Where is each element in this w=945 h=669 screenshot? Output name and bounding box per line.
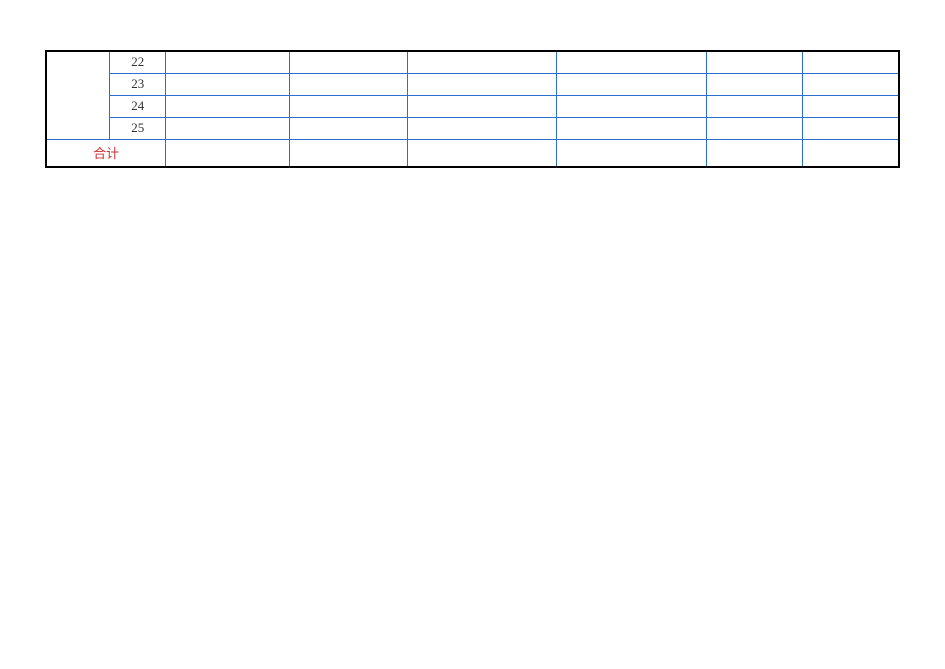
cell (557, 117, 707, 139)
cell (706, 73, 802, 95)
cell (289, 51, 407, 73)
cell (407, 139, 557, 167)
cell-blank (46, 51, 110, 73)
table-total-row: 合计 (46, 139, 899, 167)
cell (166, 73, 290, 95)
cell (407, 117, 557, 139)
cell (802, 139, 899, 167)
table-row: 25 (46, 117, 899, 139)
cell-num: 23 (110, 73, 166, 95)
cell (557, 139, 707, 167)
cell-num: 24 (110, 95, 166, 117)
cell (166, 51, 290, 73)
cell (407, 95, 557, 117)
cell (407, 51, 557, 73)
cell (802, 95, 899, 117)
cell (166, 95, 290, 117)
table-row: 22 (46, 51, 899, 73)
cell-blank (46, 95, 110, 117)
cell (289, 95, 407, 117)
cell (289, 117, 407, 139)
total-label-cell: 合计 (46, 139, 166, 167)
cell-num: 22 (110, 51, 166, 73)
cell (557, 95, 707, 117)
data-table: 22 23 24 (45, 50, 900, 168)
cell (557, 51, 707, 73)
cell (802, 73, 899, 95)
cell (802, 117, 899, 139)
cell-blank (46, 73, 110, 95)
cell (802, 51, 899, 73)
cell (706, 139, 802, 167)
table-row: 24 (46, 95, 899, 117)
table-container: 22 23 24 (45, 50, 900, 168)
cell (706, 51, 802, 73)
cell (166, 117, 290, 139)
cell (407, 73, 557, 95)
cell (289, 73, 407, 95)
cell-num: 25 (110, 117, 166, 139)
cell (166, 139, 290, 167)
cell (289, 139, 407, 167)
cell (557, 73, 707, 95)
table-row: 23 (46, 73, 899, 95)
cell (706, 95, 802, 117)
cell (706, 117, 802, 139)
cell-blank (46, 117, 110, 139)
